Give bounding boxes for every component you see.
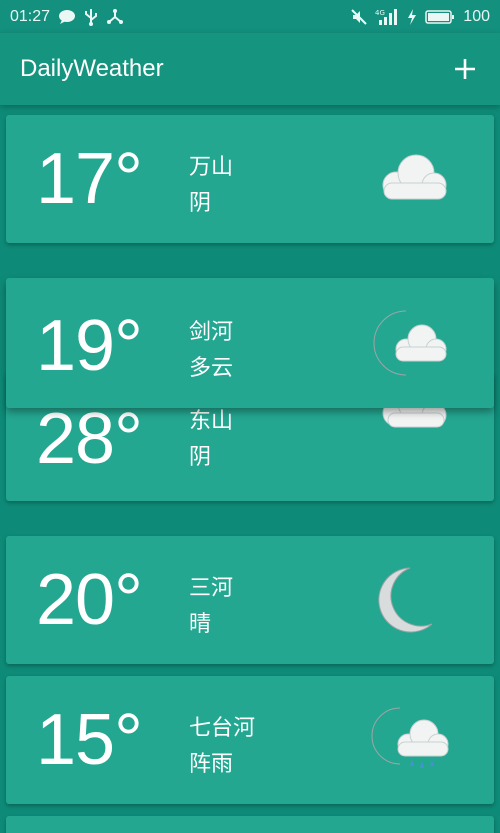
battery-level: 100 (463, 7, 490, 25)
temperature: 28° (36, 399, 143, 479)
partly-cloudy-night-icon (373, 310, 447, 376)
weather-condition: 晴 (189, 611, 212, 636)
city-name: 剑河 (189, 319, 234, 344)
cloudy-icon (382, 154, 447, 200)
weather-card-1[interactable]: 19° 剑河 多云 (6, 278, 494, 408)
status-bar: 01:27 4G 100 (0, 0, 500, 33)
network-share-icon (106, 8, 124, 25)
temperature: 17° (36, 139, 143, 219)
weather-card-4[interactable]: 15° 七台河 阵雨 (6, 676, 494, 804)
usb-icon (84, 8, 98, 26)
weather-card-partial[interactable] (6, 816, 494, 833)
weather-condition: 多云 (189, 355, 234, 380)
chat-notification-icon (58, 9, 76, 25)
add-city-button[interactable] (450, 54, 480, 84)
showers-night-icon (371, 707, 449, 768)
temperature: 20° (36, 560, 143, 640)
plus-icon (455, 59, 475, 79)
battery-icon (425, 9, 455, 25)
city-name: 万山 (189, 154, 234, 179)
weather-card-0[interactable]: 17° 万山 阴 (6, 115, 494, 243)
weather-condition: 阴 (189, 444, 212, 469)
charging-icon (407, 8, 417, 25)
weather-condition: 阵雨 (189, 751, 234, 776)
signal-4g-icon: 4G (375, 8, 399, 26)
city-name: 七台河 (189, 715, 256, 740)
status-time: 01:27 (10, 7, 51, 25)
svg-text:4G: 4G (375, 9, 385, 17)
weather-card-3[interactable]: 20° 三河 晴 (6, 536, 494, 664)
weather-condition: 阴 (189, 190, 212, 215)
moon-icon (378, 567, 433, 633)
app-title: DailyWeather (20, 55, 164, 82)
app-bar: DailyWeather (0, 33, 500, 105)
temperature: 19° (36, 306, 143, 386)
weather-list[interactable]: 28° 东山 阴 17° 万山 阴 19° 剑河 多云 20° 三河 晴 15°… (0, 105, 500, 833)
temperature: 15° (36, 700, 143, 780)
city-name: 三河 (189, 575, 234, 600)
mute-icon (351, 8, 368, 25)
